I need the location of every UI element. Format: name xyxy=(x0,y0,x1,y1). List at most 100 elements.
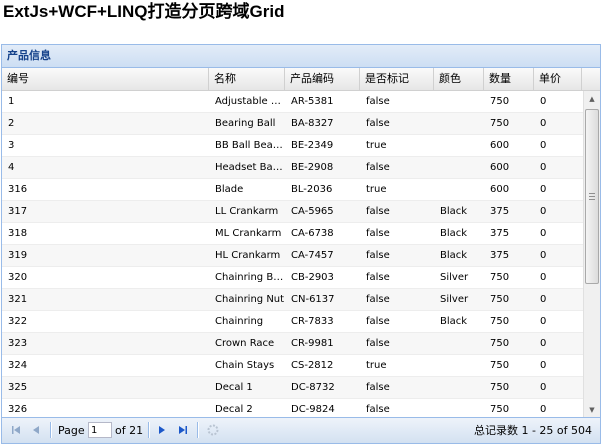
table-row[interactable]: 2 Bearing Ball BA-8327 false 750 0 xyxy=(2,113,583,135)
table-row[interactable]: 326 Decal 2 DC-9824 false 750 0 xyxy=(2,399,583,419)
table-row[interactable]: 3 BB Ball Bearing BE-2349 true 600 0 xyxy=(2,135,583,157)
cell-name: Bearing Ball xyxy=(215,118,276,129)
cell-product-code: CR-7833 xyxy=(291,316,334,327)
column-header-name[interactable]: 名称 xyxy=(209,68,285,90)
scroll-grip-line xyxy=(589,193,595,194)
table-row[interactable]: 319 HL Crankarm CA-7457 false Black 375 0 xyxy=(2,245,583,267)
cell-color xyxy=(434,91,484,112)
column-header-row: 编号 名称 产品编码 是否标记 颜色 数量 单价 xyxy=(2,68,600,91)
cell-quantity: 750 xyxy=(490,294,510,305)
cell-color xyxy=(434,333,484,354)
cell-name: LL Crankarm xyxy=(215,206,279,217)
cell-id: 319 xyxy=(8,250,28,261)
cell-flag: false xyxy=(366,272,390,283)
column-header-product-code[interactable]: 产品编码 xyxy=(285,68,360,90)
table-row[interactable]: 318 ML Crankarm CA-6738 false Black 375 0 xyxy=(2,223,583,245)
first-page-icon xyxy=(12,426,20,434)
cell-name: Blade xyxy=(215,184,244,195)
cell-quantity: 750 xyxy=(490,316,510,327)
current-page-input[interactable] xyxy=(88,422,112,438)
cell-price: 0 xyxy=(540,404,547,415)
cell-name: Headset Ball Bearings xyxy=(215,162,285,173)
cell-flag: false xyxy=(366,118,390,129)
cell-color: Silver xyxy=(440,294,469,305)
cell-name: Chainring Nut xyxy=(215,294,285,305)
cell-color xyxy=(434,179,484,200)
cell-name: Decal 1 xyxy=(215,382,253,393)
column-header-price[interactable]: 单价 xyxy=(534,68,582,90)
product-grid: 产品信息 编号 名称 产品编码 是否标记 颜色 数量 单价 1 Adjustabl… xyxy=(1,44,601,444)
table-row[interactable]: 320 Chainring Bolts CB-2903 false Silver 750 0 xyxy=(2,267,583,289)
cell-flag: false xyxy=(366,96,390,107)
table-row[interactable]: 1 Adjustable Race AR-5381 false 750 0 xyxy=(2,91,583,113)
cell-color: Black xyxy=(440,316,468,327)
scroll-up-arrow-icon[interactable]: ▲ xyxy=(584,91,600,108)
vertical-scrollbar[interactable]: ▲ ▼ xyxy=(583,91,600,419)
cell-quantity: 375 xyxy=(490,206,510,217)
last-page-button[interactable] xyxy=(175,422,191,438)
previous-page-icon xyxy=(33,426,39,434)
cell-quantity: 375 xyxy=(490,250,510,261)
column-header-spacer xyxy=(582,68,600,90)
cell-id: 3 xyxy=(8,140,15,151)
cell-quantity: 750 xyxy=(490,404,510,415)
column-header-quantity[interactable]: 数量 xyxy=(484,68,534,90)
cell-color xyxy=(434,135,484,156)
cell-id: 322 xyxy=(8,316,28,327)
cell-color xyxy=(434,113,484,134)
scroll-grip-line xyxy=(589,196,595,197)
next-page-button[interactable] xyxy=(154,422,170,438)
cell-name: BB Ball Bearing xyxy=(215,140,285,151)
last-page-icon xyxy=(179,426,187,434)
scroll-grip-line xyxy=(589,199,595,200)
cell-id: 326 xyxy=(8,404,28,415)
cell-price: 0 xyxy=(540,118,547,129)
cell-quantity: 750 xyxy=(490,96,510,107)
cell-name: Chainring xyxy=(215,316,264,327)
cell-price: 0 xyxy=(540,338,547,349)
cell-product-code: CB-2903 xyxy=(291,272,334,283)
paging-summary: 总记录数 1 - 25 of 504 xyxy=(473,424,592,437)
grid-body: 1 Adjustable Race AR-5381 false 750 0 2 Bearing… xyxy=(2,91,600,419)
previous-page-button[interactable] xyxy=(28,422,44,438)
cell-price: 0 xyxy=(540,382,547,393)
cell-name: Decal 2 xyxy=(215,404,253,415)
cell-price: 0 xyxy=(540,250,547,261)
cell-flag: false xyxy=(366,316,390,327)
grid-rows: 1 Adjustable Race AR-5381 false 750 0 2 Bearing… xyxy=(2,91,583,419)
table-row[interactable]: 316 Blade BL-2036 true 600 0 xyxy=(2,179,583,201)
cell-price: 0 xyxy=(540,184,547,195)
toolbar-separator xyxy=(148,422,150,438)
table-row[interactable]: 325 Decal 1 DC-8732 false 750 0 xyxy=(2,377,583,399)
cell-quantity: 600 xyxy=(490,162,510,173)
scroll-thumb[interactable] xyxy=(585,109,599,284)
cell-quantity: 750 xyxy=(490,360,510,371)
column-header-flag[interactable]: 是否标记 xyxy=(360,68,434,90)
first-page-button[interactable] xyxy=(8,422,24,438)
page-label: Page xyxy=(58,424,85,437)
cell-price: 0 xyxy=(540,228,547,239)
table-row[interactable]: 4 Headset Ball Bearings BE-2908 false 600 0 xyxy=(2,157,583,179)
cell-id: 323 xyxy=(8,338,28,349)
cell-flag: false xyxy=(366,404,390,415)
cell-product-code: CR-9981 xyxy=(291,338,334,349)
column-header-id[interactable]: 编号 xyxy=(2,68,209,90)
cell-id: 2 xyxy=(8,118,15,129)
column-header-color[interactable]: 颜色 xyxy=(434,68,484,90)
table-row[interactable]: 317 LL Crankarm CA-5965 false Black 375 0 xyxy=(2,201,583,223)
cell-name: HL Crankarm xyxy=(215,250,281,261)
table-row[interactable]: 322 Chainring CR-7833 false Black 750 0 xyxy=(2,311,583,333)
table-row[interactable]: 321 Chainring Nut CN-6137 false Silver 750 0 xyxy=(2,289,583,311)
cell-flag: false xyxy=(366,206,390,217)
cell-id: 1 xyxy=(8,96,15,107)
table-row[interactable]: 323 Crown Race CR-9981 false 750 0 xyxy=(2,333,583,355)
refresh-icon xyxy=(207,424,219,436)
cell-id: 325 xyxy=(8,382,28,393)
table-row[interactable]: 324 Chain Stays CS-2812 true 750 0 xyxy=(2,355,583,377)
toolbar-separator xyxy=(197,422,199,438)
cell-name: ML Crankarm xyxy=(215,228,282,239)
cell-product-code: CS-2812 xyxy=(291,360,334,371)
cell-flag: false xyxy=(366,228,390,239)
refresh-button[interactable] xyxy=(205,422,221,438)
cell-id: 318 xyxy=(8,228,28,239)
